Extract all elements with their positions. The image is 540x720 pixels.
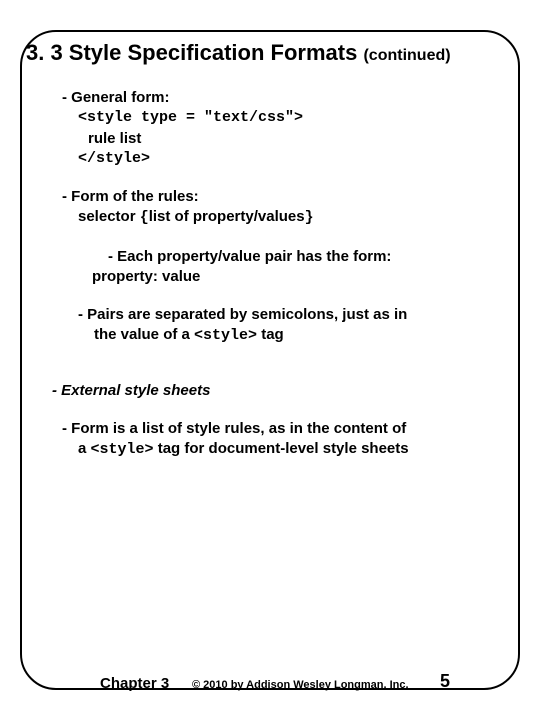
footer-page-number: 5 xyxy=(440,671,450,692)
line-general-form: - General form: xyxy=(62,88,518,108)
code-style-close: </style> xyxy=(78,149,518,169)
title-main: 3. 3 Style Specification Formats xyxy=(26,40,357,65)
line-property-value: property: value xyxy=(92,267,518,287)
inline-style-tag-1: <style> xyxy=(194,327,257,344)
selector-body: list of property/values xyxy=(149,208,305,225)
line-pairs-separated-1: - Pairs are separated by semicolons, jus… xyxy=(78,305,518,325)
line-external-sheets: - External style sheets xyxy=(52,381,518,401)
title-continued: (continued) xyxy=(363,47,450,64)
pairs-sep-2b: tag xyxy=(257,326,284,343)
slide-title: 3. 3 Style Specification Formats (contin… xyxy=(26,40,518,66)
selector-word: selector xyxy=(78,208,140,225)
line-ext-form-2: a <style> tag for document-level style s… xyxy=(78,439,518,460)
line-each-pair: - Each property/value pair has the form: xyxy=(108,247,518,267)
line-form-of-rules: - Form of the rules: xyxy=(62,187,518,207)
brace-open: { xyxy=(140,209,149,226)
inline-style-tag-2: <style> xyxy=(91,441,154,458)
line-pairs-separated-2: the value of a <style> tag xyxy=(94,325,518,346)
code-style-open: <style type = "text/css"> xyxy=(78,108,518,128)
slide-content: 3. 3 Style Specification Formats (contin… xyxy=(22,40,518,460)
footer-copyright: © 2010 by Addison Wesley Longman, Inc. xyxy=(192,679,409,691)
line-selector: selector {list of property/values} xyxy=(78,207,518,228)
code-rule-list: rule list xyxy=(88,129,518,149)
footer-chapter: Chapter 3 xyxy=(100,675,169,692)
ext-form-2b: tag for document-level style sheets xyxy=(154,440,409,457)
ext-form-2a: a xyxy=(78,440,91,457)
pairs-sep-2a: the value of a xyxy=(94,326,194,343)
line-ext-form-1: - Form is a list of style rules, as in t… xyxy=(62,419,518,439)
brace-close: } xyxy=(305,209,314,226)
